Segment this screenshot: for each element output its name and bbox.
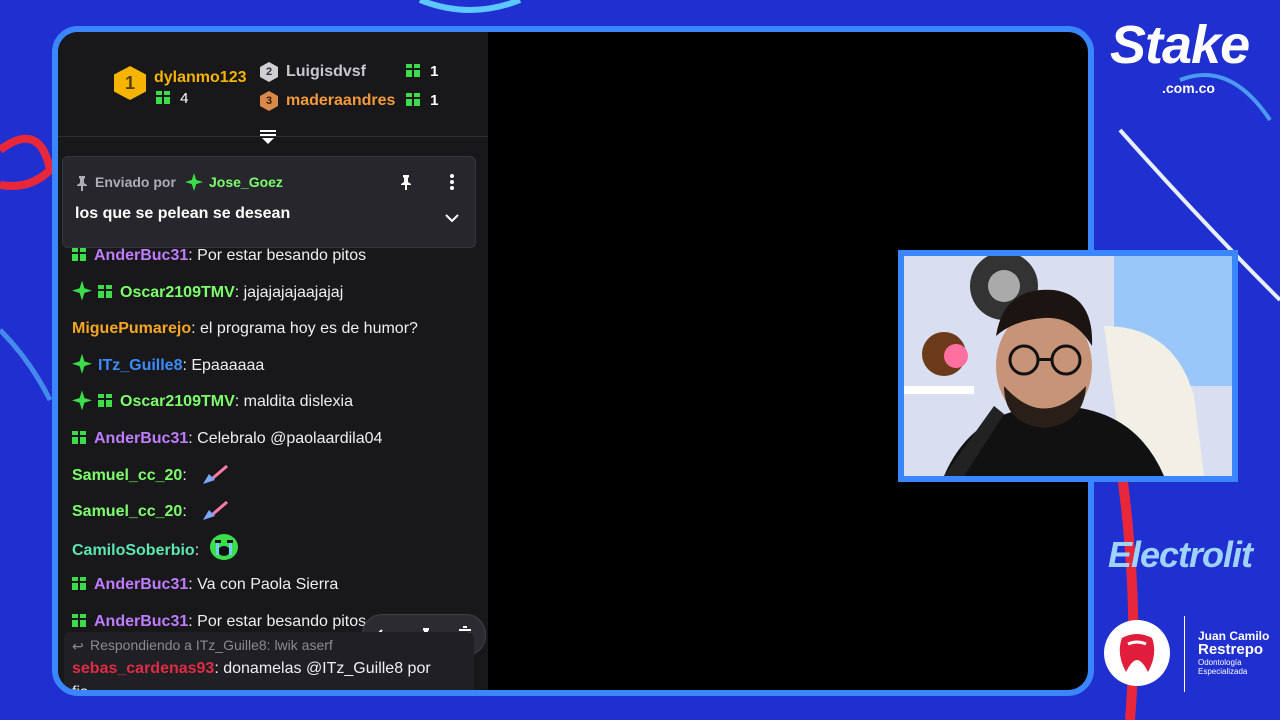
jcr-tagline2: Especializada bbox=[1198, 667, 1248, 676]
more-icon[interactable] bbox=[449, 173, 455, 191]
jcr-name-line2: Restrepo bbox=[1198, 641, 1264, 658]
jcr-tagline1: Odontología bbox=[1198, 658, 1242, 667]
gift-leaderboard: 1 dylanmo123 4 2 Luigisdvsf 1 3 maderaan… bbox=[58, 32, 488, 137]
leader-1-gift-count: 4 bbox=[180, 90, 189, 107]
reply-message: ↩ Respondiendo a ITz_Guille8: lwik aserf… bbox=[64, 632, 474, 696]
chat-text: : bbox=[182, 503, 187, 521]
leader-3-gift-count: 1 bbox=[430, 92, 439, 109]
gift-icon bbox=[72, 248, 86, 261]
chat-username[interactable]: Samuel_cc_20 bbox=[72, 503, 182, 520]
reply-text: : donamelas @ITz_Guille8 por bbox=[214, 660, 431, 677]
gift-icon bbox=[98, 284, 112, 298]
chat-message: Samuel_cc_20: bbox=[72, 494, 482, 531]
chat-message: AnderBuc31: Va con Paola Sierra bbox=[72, 567, 482, 604]
chat-message: MiguePumarejo: el programa hoy es de hum… bbox=[72, 311, 482, 348]
chat-message: Oscar2109TMV: maldita dislexia bbox=[72, 384, 482, 421]
streamer-image bbox=[904, 256, 1232, 476]
chat-message: Samuel_cc_20: bbox=[72, 458, 482, 495]
electrolit-logo: Electrolit bbox=[1108, 534, 1253, 575]
chat-username[interactable]: Oscar2109TMV bbox=[120, 393, 235, 410]
leader-2-gifts: 1 bbox=[406, 63, 439, 80]
chat-panel: 1 dylanmo123 4 2 Luigisdvsf 1 3 maderaan… bbox=[58, 32, 488, 690]
leader-3-gifts: 1 bbox=[406, 92, 439, 109]
chat-messages: AnderBuc31: Por estar besando pitos Oscar… bbox=[72, 238, 482, 641]
chat-text: : Va con Paola Sierra bbox=[188, 576, 339, 594]
reply-text-continued: fis bbox=[72, 684, 88, 696]
chat-message: AnderBuc31: Por estar besando pitos bbox=[72, 238, 482, 275]
gift-icon bbox=[72, 430, 86, 444]
chat-message: ITz_Guille8: Epaaaaaa bbox=[72, 348, 482, 385]
gift-icon bbox=[406, 93, 420, 106]
sparkle-icon bbox=[72, 390, 92, 411]
webcam-feed bbox=[898, 250, 1238, 482]
gift-icon bbox=[98, 394, 112, 408]
sponsor-divider bbox=[1184, 616, 1185, 692]
chat-username[interactable]: MiguePumarejo bbox=[72, 320, 191, 337]
chat-username[interactable]: AnderBuc31 bbox=[94, 576, 188, 593]
chat-text: : Por estar besando pitos bbox=[188, 612, 367, 630]
rank-2-badge: 2 bbox=[260, 62, 278, 82]
pinned-message: Enviado por Jose_Goez los que se pelean … bbox=[62, 156, 476, 248]
collapse-icon[interactable] bbox=[258, 128, 278, 146]
chat-text: : jajajajajaajajaj bbox=[234, 283, 344, 301]
chat-username[interactable]: AnderBuc31 bbox=[94, 613, 188, 630]
reply-context: Respondiendo a ITz_Guille8: lwik aserf bbox=[90, 637, 333, 653]
gift-icon bbox=[156, 91, 170, 104]
chat-text: : Celebralo @paolaardila04 bbox=[188, 429, 383, 447]
gift-icon bbox=[406, 64, 420, 77]
chat-message: CamiloSoberbio: bbox=[72, 531, 482, 568]
chat-text: : Epaaaaaa bbox=[182, 356, 265, 374]
pinned-user[interactable]: Jose_Goez bbox=[209, 174, 283, 190]
rank-1-badge: 1 bbox=[114, 66, 146, 100]
pin-icon bbox=[77, 176, 87, 191]
leader-2-gift-count: 1 bbox=[430, 63, 439, 80]
chat-username[interactable]: AnderBuc31 bbox=[94, 247, 188, 264]
chat-text: : Por estar besando pitos bbox=[188, 247, 367, 264]
pinned-sent-by-label: Enviado por bbox=[95, 174, 176, 190]
leader-2-name[interactable]: Luigisdvsf bbox=[286, 63, 366, 81]
stake-logo: Stake bbox=[1110, 15, 1250, 75]
chat-text: : maldita dislexia bbox=[234, 393, 354, 411]
chat-username[interactable]: ITz_Guille8 bbox=[98, 357, 182, 374]
chat-message: AnderBuc31: Celebralo @paolaardila04 bbox=[72, 421, 482, 458]
reply-user[interactable]: sebas_cardenas93 bbox=[72, 660, 214, 677]
rank-3-badge: 3 bbox=[260, 91, 278, 111]
chat-username[interactable]: Samuel_cc_20 bbox=[72, 467, 182, 484]
chat-username[interactable]: Oscar2109TMV bbox=[120, 284, 235, 301]
chat-message: Oscar2109TMV: jajajajajaajajaj bbox=[72, 275, 482, 312]
pin-icon[interactable] bbox=[399, 173, 413, 191]
chat-text: : bbox=[194, 541, 200, 559]
chevron-down-icon[interactable] bbox=[445, 213, 459, 223]
undo-icon: ↩ bbox=[72, 638, 84, 654]
leader-1-gifts: 4 bbox=[156, 90, 189, 107]
leader-1-name[interactable]: dylanmo123 bbox=[154, 69, 246, 87]
jcr-logo-icon bbox=[1104, 620, 1170, 686]
sparkle-icon bbox=[185, 173, 203, 191]
gift-icon bbox=[72, 613, 86, 627]
leader-3-name[interactable]: maderaandres bbox=[286, 92, 395, 110]
pinned-text: los que se pelean se desean bbox=[75, 205, 291, 222]
chat-username[interactable]: CamiloSoberbio bbox=[72, 542, 195, 559]
sparkle-icon bbox=[72, 280, 92, 301]
chat-text: : bbox=[182, 466, 187, 484]
sparkle-icon bbox=[72, 353, 92, 374]
gift-icon bbox=[72, 577, 86, 591]
stake-domain: .com.co bbox=[1162, 80, 1215, 96]
chat-username[interactable]: AnderBuc31 bbox=[94, 430, 188, 447]
chat-text: : el programa hoy es de humor? bbox=[191, 320, 418, 338]
jcr-brand: Juan Camilo Restrepo Odontología Especia… bbox=[1198, 630, 1269, 676]
